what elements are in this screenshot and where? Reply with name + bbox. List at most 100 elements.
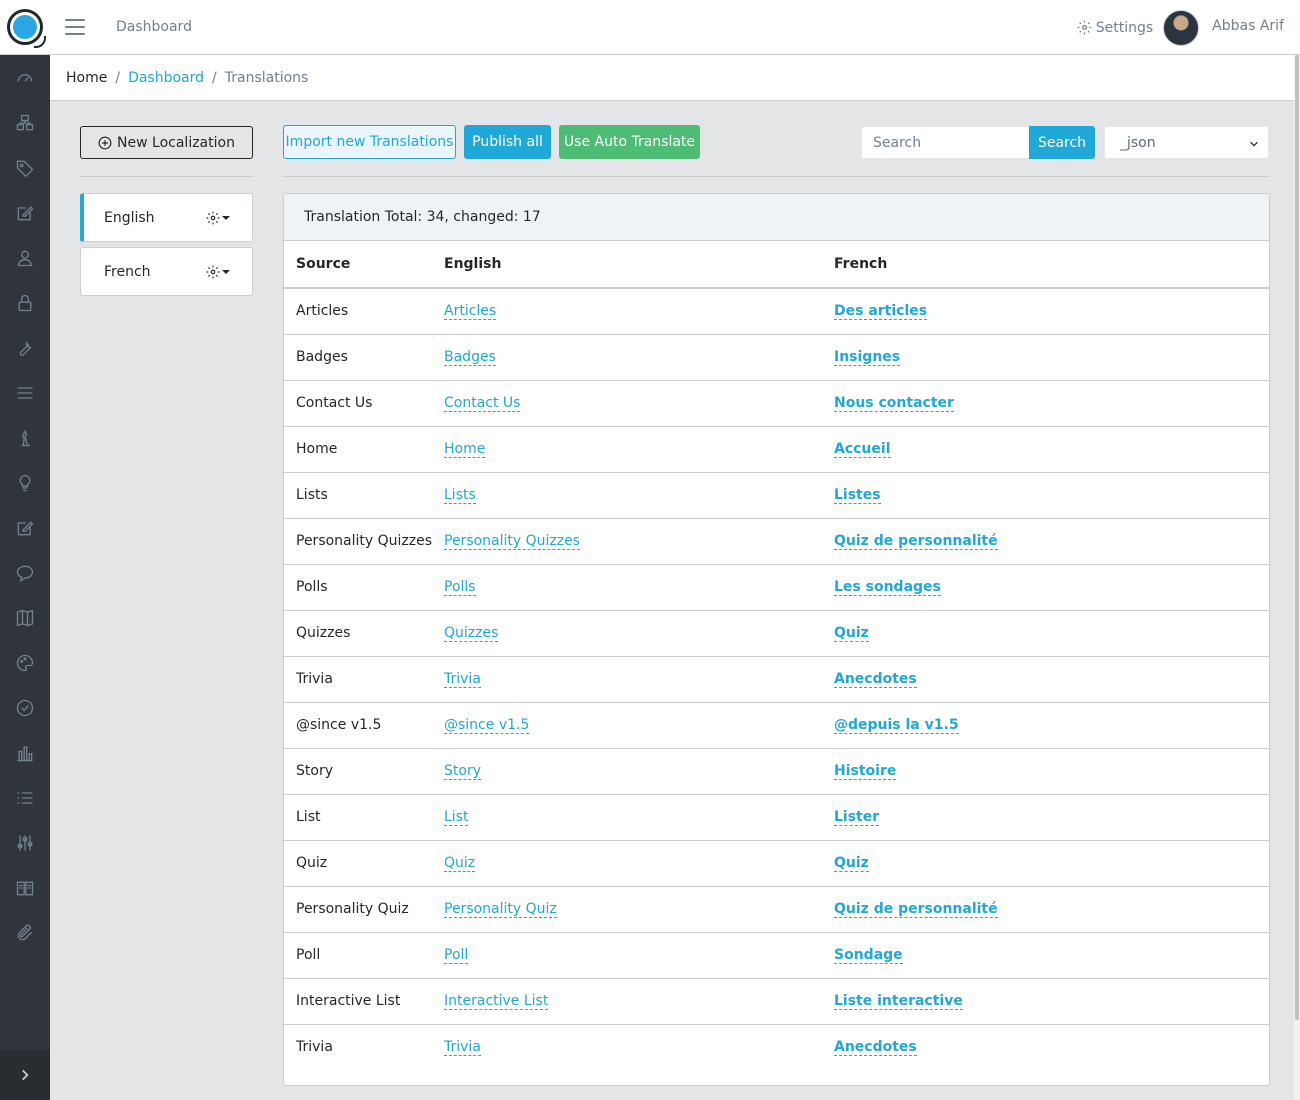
french-translation-link[interactable]: Quiz de personnalité <box>834 901 998 918</box>
new-localization-button[interactable]: New Localization <box>80 126 253 159</box>
english-cell: Quizzes <box>432 609 822 656</box>
english-translation-link[interactable]: Personality Quizzes <box>444 533 581 550</box>
english-translation-link[interactable]: Story <box>444 763 481 780</box>
english-cell: Polls <box>432 563 822 610</box>
french-translation-link[interactable]: Liste interactive <box>834 993 963 1010</box>
brand-logo[interactable] <box>0 0 50 55</box>
english-translation-link[interactable]: Articles <box>444 303 497 321</box>
sidebar-item-menus[interactable] <box>0 370 50 415</box>
table-row: Personality Quizzes Personality Quizzes Qu… <box>284 517 1269 564</box>
language-settings-dropdown[interactable] <box>206 211 230 225</box>
language-label: English <box>104 209 155 226</box>
breadcrumb-dashboard[interactable]: Dashboard <box>128 70 204 86</box>
english-translation-link[interactable]: Trivia <box>444 1039 481 1057</box>
search-input[interactable] <box>861 126 1029 159</box>
source-cell: Polls <box>284 563 432 610</box>
english-translation-link[interactable]: @since v1.5 <box>444 717 530 734</box>
english-translation-link[interactable]: Lists <box>444 487 476 504</box>
english-translation-link[interactable]: Home <box>444 441 486 458</box>
english-translation-link[interactable]: Polls <box>444 579 476 596</box>
table-row: Trivia Trivia Anecdotes <box>284 655 1269 702</box>
sidebar-item-tags[interactable] <box>0 145 50 190</box>
sidebar-item-attachments[interactable] <box>0 910 50 955</box>
search-button[interactable]: Search <box>1029 126 1095 159</box>
auto-translate-button[interactable]: Use Auto Translate <box>559 125 700 159</box>
publish-all-button[interactable]: Publish all <box>464 125 551 159</box>
english-cell: Trivia <box>432 655 822 702</box>
sliders-icon <box>17 835 33 850</box>
language-item-english[interactable]: English <box>80 193 253 242</box>
settings-link[interactable]: Settings <box>1077 20 1153 36</box>
table-row: Story Story Histoire <box>284 747 1269 794</box>
french-cell: Quiz de personnalité <box>822 885 1269 932</box>
french-translation-link[interactable]: Sondage <box>834 947 903 964</box>
scrollbar-thumb[interactable] <box>1295 55 1299 1020</box>
source-cell: List <box>284 793 432 840</box>
source-cell: @since v1.5 <box>284 701 432 748</box>
sidebar-item-pages[interactable] <box>0 505 50 550</box>
lock-icon <box>18 294 32 311</box>
import-translations-button[interactable]: Import new Translations <box>283 125 456 159</box>
english-translation-link[interactable]: Personality Quiz <box>444 901 557 918</box>
english-translation-link[interactable]: Quiz <box>444 855 476 872</box>
sidebar-item-ideas[interactable] <box>0 460 50 505</box>
french-translation-link[interactable]: Listes <box>834 487 881 504</box>
language-settings-dropdown[interactable] <box>206 265 230 279</box>
sidebar-item-dashboard[interactable] <box>0 55 50 100</box>
username[interactable]: Abbas Arif <box>1212 18 1284 34</box>
english-translation-link[interactable]: Quizzes <box>444 625 499 642</box>
english-translation-link[interactable]: Interactive List <box>444 993 549 1010</box>
sidebar-item-moderation[interactable] <box>0 685 50 730</box>
sidebar-minimizer[interactable] <box>0 1050 50 1100</box>
english-translation-link[interactable]: Poll <box>444 947 469 964</box>
sidebar-item-settings[interactable] <box>0 820 50 865</box>
sidebar-item-stats[interactable] <box>0 730 50 775</box>
sidebar-item-docs[interactable] <box>0 865 50 910</box>
french-translation-link[interactable]: Des articles <box>834 303 928 321</box>
french-translation-link[interactable]: Les sondages <box>834 579 941 596</box>
book-icon <box>16 881 34 895</box>
french-translation-link[interactable]: Nous contacter <box>834 395 954 412</box>
header-nav-dashboard[interactable]: Dashboard <box>116 19 192 35</box>
english-translation-link[interactable]: Contact Us <box>444 395 521 412</box>
breadcrumb-home[interactable]: Home <box>66 70 107 86</box>
table-row: Personality Quiz Personality Quiz Quiz de … <box>284 885 1269 932</box>
french-translation-link[interactable]: Lister <box>834 809 880 826</box>
caret-down-icon <box>222 216 230 220</box>
sidebar-item-comments[interactable] <box>0 550 50 595</box>
language-item-french[interactable]: French <box>80 247 253 296</box>
french-translation-link[interactable]: Anecdotes <box>834 1039 917 1057</box>
column-header-english: English <box>432 241 822 289</box>
french-translation-link[interactable]: Quiz <box>834 625 869 642</box>
avatar[interactable] <box>1163 9 1200 46</box>
english-cell: Interactive List <box>432 977 822 1024</box>
sidebar-item-tools[interactable] <box>0 325 50 370</box>
french-translation-link[interactable]: @depuis la v1.5 <box>834 717 959 734</box>
french-translation-link[interactable]: Accueil <box>834 441 891 458</box>
sidebar-item-users[interactable] <box>0 235 50 280</box>
page-scrollbar[interactable] <box>1294 55 1300 1100</box>
sidebar-item-game[interactable] <box>0 415 50 460</box>
french-translation-link[interactable]: Histoire <box>834 763 897 780</box>
sidebar-item-security[interactable] <box>0 280 50 325</box>
sidebar-item-map[interactable] <box>0 595 50 640</box>
sidebar-item-lists[interactable] <box>0 775 50 820</box>
english-cell: Home <box>432 425 822 472</box>
group-select[interactable]: _json <box>1104 126 1269 159</box>
sidebar-item-posts[interactable] <box>0 190 50 235</box>
sidebar-toggler[interactable] <box>65 19 85 35</box>
english-translation-link[interactable]: List <box>444 809 469 826</box>
translations-table: Source English French Articles Articles De… <box>284 241 1269 1070</box>
french-cell: Les sondages <box>822 563 1269 610</box>
english-translation-link[interactable]: Trivia <box>444 671 481 688</box>
sidebar-item-appearance[interactable] <box>0 640 50 685</box>
french-translation-link[interactable]: Insignes <box>834 349 901 366</box>
french-translation-link[interactable]: Anecdotes <box>834 671 917 688</box>
french-translation-link[interactable]: Quiz de personnalité <box>834 533 998 550</box>
english-translation-link[interactable]: Badges <box>444 349 496 366</box>
source-cell: Trivia <box>284 1023 432 1070</box>
french-translation-link[interactable]: Quiz <box>834 855 869 872</box>
french-cell: Lister <box>822 793 1269 840</box>
table-row: @since v1.5 @since v1.5 @depuis la v1.5 <box>284 701 1269 748</box>
sidebar-item-categories[interactable] <box>0 100 50 145</box>
